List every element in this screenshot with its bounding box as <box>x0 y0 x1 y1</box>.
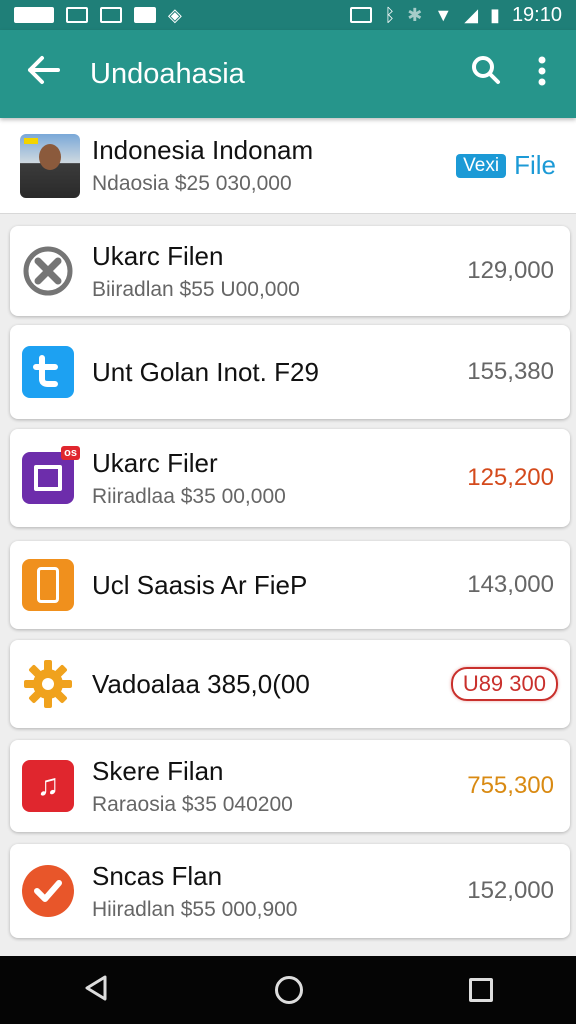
vibrate-icon: ✱ <box>407 5 423 25</box>
nav-recent-icon[interactable] <box>469 978 493 1002</box>
list-item[interactable]: Unt Golan Inot. F29 155,380 <box>10 325 570 419</box>
item-title: Ukarc Filer <box>92 447 218 478</box>
item-value: 152,000 <box>467 877 554 904</box>
battery-icon: ▮ <box>490 5 500 25</box>
item-subtitle: Biiradlan $55 U00,000 <box>92 277 300 301</box>
item-value: 155,380 <box>467 358 554 385</box>
signal-icon: ◢ <box>464 5 479 25</box>
phone-icon <box>22 559 74 611</box>
nav-back-icon[interactable] <box>83 974 109 1007</box>
app-purple-icon: os <box>22 446 80 504</box>
file-link[interactable]: File <box>514 150 556 181</box>
more-vert-icon[interactable] <box>514 56 570 92</box>
list-item[interactable]: Ukarc Filen Biiradlan $55 U00,000 129,00… <box>10 226 570 316</box>
list-item[interactable]: Sncas Flan Hiiradlan $55 000,900 152,000 <box>10 844 570 938</box>
status-time: 19:10 <box>511 3 562 26</box>
item-subtitle: Riiradlaa $35 00,000 <box>92 484 286 508</box>
navigation-bar <box>0 956 576 1024</box>
close-circle-icon <box>22 245 74 297</box>
item-title: Ucl Saasis Ar FieP <box>92 569 308 600</box>
nfc-icon <box>100 7 122 23</box>
app-badge: os <box>61 446 80 460</box>
list-item[interactable]: ♫ Skere Filan Raraosia $35 040200 755,30… <box>10 740 570 832</box>
check-circle-icon <box>22 865 74 917</box>
item-title: Vadoalaa 385,0(00 <box>92 668 310 699</box>
item-subtitle: Hiiradlan $55 000,900 <box>92 897 298 921</box>
header-subtitle: Ndaosia $25 030,000 <box>92 172 292 195</box>
avatar <box>20 133 80 198</box>
item-title: Unt Golan Inot. F29 <box>92 356 319 387</box>
list-item[interactable]: Vadoalaa 385,0(00 U89 300 <box>10 640 570 728</box>
item-value: 755,300 <box>467 772 554 799</box>
list-item[interactable]: Ucl Saasis Ar FieP 143,000 <box>10 541 570 629</box>
item-value: 129,000 <box>467 257 554 284</box>
cast-icon <box>350 7 373 23</box>
bluetooth-icon: ᛒ <box>384 5 396 25</box>
twitter-icon <box>22 346 74 398</box>
shield-icon: ◈ <box>168 5 182 25</box>
item-value: 143,000 <box>467 571 554 598</box>
item-title: Sncas Flan <box>92 860 223 891</box>
search-icon[interactable] <box>458 55 514 93</box>
wifi-icon: ▼ <box>434 5 453 25</box>
list-item[interactable]: os Ukarc Filer Riiradlaa $35 00,000 125,… <box>10 429 570 527</box>
item-value: 125,200 <box>467 464 554 491</box>
gear-icon <box>22 658 74 710</box>
message-icon <box>134 7 156 23</box>
item-title: Skere Filan <box>92 755 224 786</box>
app-bar: Undoahasia <box>0 30 576 118</box>
item-value-pill: U89 300 <box>450 667 558 701</box>
status-bar: ◈ ᛒ ✱ ▼ ◢ ▮ 19:10 <box>0 0 576 30</box>
music-icon: ♫ <box>22 760 74 812</box>
nav-home-icon[interactable] <box>275 976 303 1004</box>
header-row[interactable]: Indonesia Indonam Ndaosia $25 030,000 Ve… <box>0 118 576 214</box>
sim-icon <box>14 7 54 23</box>
item-subtitle: Raraosia $35 040200 <box>92 792 293 816</box>
item-title: Ukarc Filen <box>92 240 224 271</box>
page-title: Undoahasia <box>90 57 245 90</box>
header-title: Indonesia Indonam <box>92 135 314 165</box>
arrow-left-icon[interactable] <box>12 55 76 94</box>
vexi-badge: Vexi <box>456 153 507 178</box>
image-icon <box>66 7 88 23</box>
